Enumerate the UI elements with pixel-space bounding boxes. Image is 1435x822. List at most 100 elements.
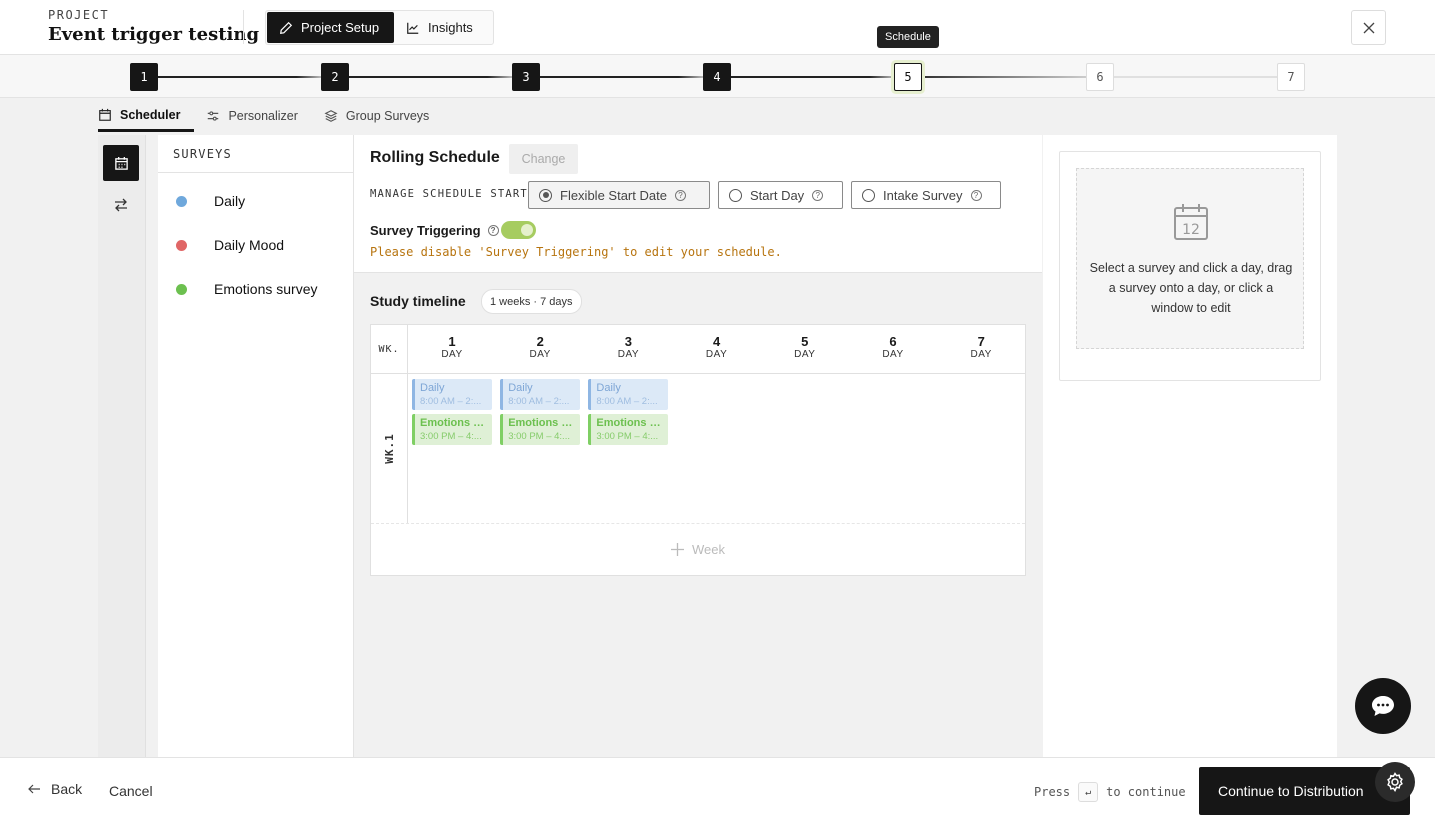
schedule-window[interactable]: Emotions s... 3:00 PM – 4:... [412, 413, 492, 445]
back-label: Back [51, 781, 83, 797]
tab-scheduler-label: Scheduler [120, 107, 181, 122]
help-icon[interactable]: ? [674, 189, 686, 201]
close-button[interactable] [1351, 10, 1386, 45]
chat-bubble-icon [1372, 696, 1394, 716]
tab-project-setup[interactable]: Project Setup [267, 12, 394, 43]
layers-icon [324, 110, 338, 122]
survey-color-dot [176, 195, 187, 207]
schedule-window[interactable]: Daily 8:00 AM – 2:... [500, 379, 581, 410]
window-survey-name: Emotions s... [508, 416, 576, 429]
header-divider [243, 10, 244, 44]
scheduler-subtabs: Scheduler Personalizer Group Surveys [98, 100, 455, 134]
pencil-icon [280, 21, 293, 34]
survey-item-emotions[interactable]: Emotions survey [158, 267, 353, 311]
day-label: DAY [970, 349, 992, 360]
step-3[interactable]: 3 [512, 63, 540, 91]
window-survey-name: Daily [420, 382, 445, 394]
tab-personalizer[interactable]: Personalizer [206, 100, 311, 132]
triggering-warning: Please disable 'Survey Triggering' to ed… [370, 245, 782, 259]
survey-triggering-label: Survey Triggering ? [370, 223, 499, 238]
survey-item-daily-mood[interactable]: Daily Mood [158, 223, 353, 267]
day-column-header: 3 DAY [584, 334, 672, 360]
survey-item-daily[interactable]: Daily [158, 179, 353, 223]
tab-insights[interactable]: Insights [394, 12, 485, 43]
tool-rail [98, 135, 146, 757]
day-column-header: 6 DAY [849, 334, 937, 360]
keyboard-hint: Press ↵ to continue [1034, 782, 1186, 802]
step-6[interactable]: 6 [1086, 63, 1114, 91]
window-survey-name: Emotions s... [420, 416, 487, 429]
timeline-title: Study timeline [370, 293, 466, 309]
step-5[interactable]: 5 [894, 63, 922, 91]
schedule-window[interactable]: Daily 8:00 AM – 2:... [412, 379, 492, 410]
day-label: DAY [705, 349, 728, 360]
day-column-header: 4 DAY [673, 334, 761, 360]
help-icon[interactable]: ? [812, 189, 824, 201]
footer-bar: Back Cancel Press ↵ to continue Continue… [0, 757, 1435, 822]
day-number: 6 [889, 334, 897, 349]
back-button[interactable]: Back [28, 781, 82, 797]
survey-name: Daily Mood [214, 237, 285, 253]
tab-project-setup-label: Project Setup [301, 20, 380, 35]
radio-icon [862, 188, 875, 202]
day-label: DAY [617, 349, 640, 360]
gear-icon [1387, 772, 1403, 792]
change-button[interactable]: Change [509, 144, 578, 174]
calendar-view-button[interactable] [103, 145, 139, 181]
add-week-button[interactable]: Week [371, 524, 1025, 575]
window-time-range: 8:00 AM – 2:... [508, 396, 570, 407]
step-tooltip: Schedule [877, 26, 939, 48]
option-start-day[interactable]: Start Day ? [718, 181, 843, 209]
day-column-header: 1 DAY [408, 334, 496, 360]
schedule-window[interactable]: Emotions s... 3:00 PM – 4:... [588, 413, 669, 445]
option-intake-survey[interactable]: Intake Survey ? [851, 181, 1001, 209]
timeline-header: WK. 1 DAY 2 DAY 3 DAY 4 DAY 5 DAY 6 DAY 7 DAY [371, 325, 1025, 374]
tab-personalizer-label: Personalizer [228, 109, 298, 123]
window-time-range: 3:00 PM – 4:... [596, 430, 659, 442]
tab-group-surveys[interactable]: Group Surveys [324, 100, 443, 132]
day-number: 5 [801, 334, 809, 349]
day-column-header: 5 DAY [761, 334, 849, 360]
timeline-grid: WK. 1 DAY 2 DAY 3 DAY 4 DAY 5 DAY 6 DAY 7 DAY WK.1 Da… [370, 324, 1026, 576]
chat-button[interactable] [1355, 678, 1411, 734]
step-connector [349, 76, 512, 78]
help-icon[interactable]: ? [487, 225, 499, 236]
swap-view-button[interactable] [103, 187, 139, 223]
step-1[interactable]: 1 [130, 63, 158, 91]
settings-button[interactable] [1375, 762, 1415, 802]
top-header: PROJECT Event trigger testing Project Se… [0, 0, 1435, 55]
manage-schedule-label: MANAGE SCHEDULE START [370, 188, 528, 200]
step-connector [1114, 76, 1277, 78]
schedule-settings: Rolling Schedule Change MANAGE SCHEDULE … [354, 135, 1042, 273]
help-icon[interactable]: ? [970, 189, 982, 201]
step-connector [731, 76, 894, 78]
option-label: Intake Survey [883, 187, 963, 203]
plus-icon [671, 543, 684, 556]
step-2[interactable]: 2 [321, 63, 349, 91]
timeline-duration-badge: 1 weeks · 7 days [481, 289, 582, 314]
schedule-window[interactable]: Emotions s... 3:00 PM – 4:... [500, 413, 581, 445]
survey-name: Daily [214, 193, 246, 209]
empty-state-text: Select a survey and click a day, drag a … [1089, 261, 1293, 315]
step-connector [540, 76, 703, 78]
calendar-day-icon: 12 [1174, 204, 1208, 240]
schedule-window[interactable]: Daily 8:00 AM – 2:... [588, 379, 669, 410]
press-label: Press [1034, 785, 1071, 799]
add-week-label: Week [692, 542, 725, 557]
window-time-range: 3:00 PM – 4:... [508, 430, 570, 442]
cancel-button[interactable]: Cancel [109, 783, 153, 799]
step-connector [158, 76, 321, 78]
survey-triggering-toggle[interactable] [501, 221, 536, 239]
tab-scheduler[interactable]: Scheduler [98, 100, 195, 132]
empty-state-card: 12 Select a survey and click a day, drag… [1059, 151, 1321, 381]
week-column-header: WK. [371, 325, 408, 374]
window-time-range: 8:00 AM – 2:... [420, 396, 482, 407]
progress-stepper: 1 2 3 4 5 6 7 [0, 55, 1435, 98]
sliders-icon [208, 111, 219, 121]
step-7[interactable]: 7 [1277, 63, 1305, 91]
step-4[interactable]: 4 [703, 63, 731, 91]
step-connector [923, 76, 1086, 78]
window-survey-name: Daily [596, 382, 621, 394]
option-flexible-start[interactable]: Flexible Start Date ? [528, 181, 710, 209]
day-number: 1 [448, 334, 456, 349]
